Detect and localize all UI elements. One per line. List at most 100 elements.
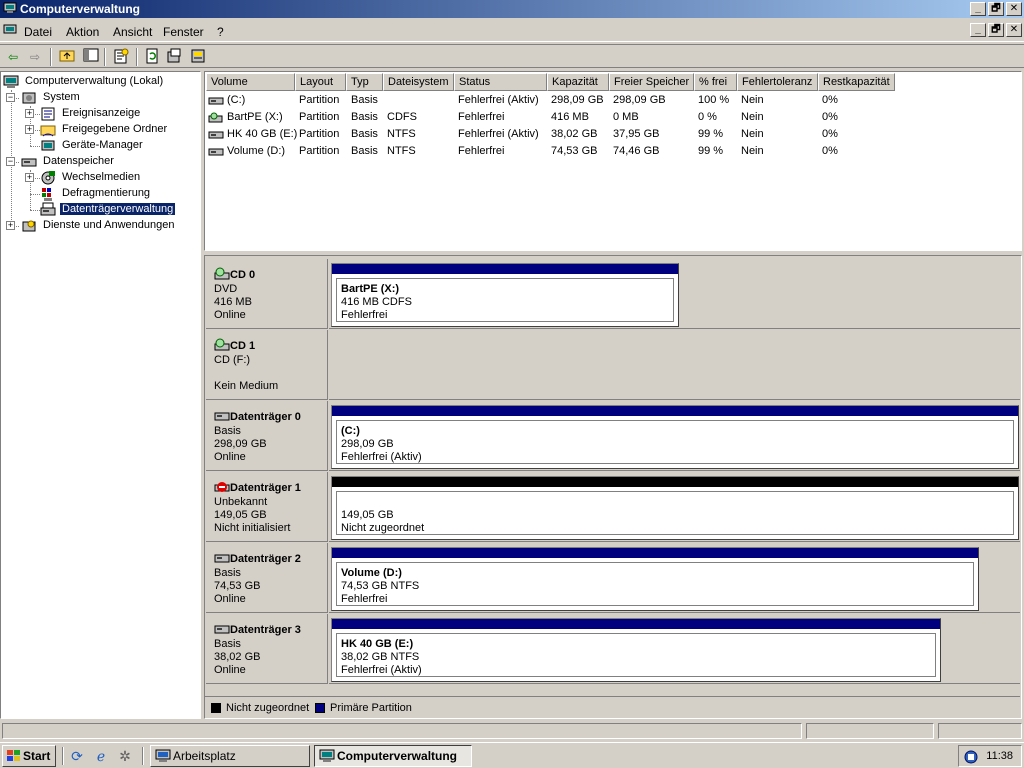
table-cell: Fehlerfrei (Aktiv) <box>458 94 539 106</box>
disk-info-panel[interactable]: Datenträger 1 Unbekannt 149,05 GB Nicht ini… <box>206 472 328 542</box>
disk-size: 74,53 GB <box>214 580 261 592</box>
computer-icon <box>3 75 19 88</box>
disk-info-panel[interactable]: CD 1 CD (F:) Kein Medium <box>206 330 328 400</box>
column-header-fehlertoleranz[interactable]: Fehlertoleranz <box>737 73 818 91</box>
restore-button[interactable]: 🗗 <box>988 2 1004 16</box>
disk-partition-area <box>329 330 1020 400</box>
close-button[interactable]: ✕ <box>1006 2 1022 16</box>
partition-status: Fehlerfrei (Aktiv) <box>341 664 422 676</box>
task-label-arbeitsplatz: Arbeitsplatz <box>173 749 236 763</box>
back-arrow-icon[interactable]: ⇦ <box>4 48 22 66</box>
legend-swatch-unallocated <box>211 703 221 713</box>
disk-name: Datenträger 2 <box>230 553 301 565</box>
settings-icon[interactable]: ✲ <box>116 747 134 765</box>
defragmenter-icon <box>42 188 52 201</box>
tree-label-datenspeicher: Datenspeicher <box>43 155 114 167</box>
disk-status: Kein Medium <box>214 380 279 392</box>
child-minimize-button[interactable]: _ <box>970 23 986 37</box>
partition-status: Fehlerfrei <box>341 593 388 605</box>
disk-row: CD 0 DVD 416 MB Online BartPE (X:) 416 MB CDF… <box>206 259 1020 329</box>
menu-aktion[interactable]: Aktion <box>66 25 99 39</box>
table-row[interactable]: (C:) Partition Basis Fehlerfrei (Aktiv) 298,… <box>205 93 1021 109</box>
partition-block[interactable]: HK 40 GB (E:) 38,02 GB NTFS Fehlerfrei (Ak… <box>331 618 941 682</box>
quicklaunch-refresh-icon[interactable]: ⟳ <box>68 747 86 765</box>
taskbar-button-arbeitsplatz[interactable]: Arbeitsplatz <box>150 745 310 767</box>
table-cell: Fehlerfrei (Aktiv) <box>458 128 539 140</box>
tree-label-wechselmedien: Wechselmedien <box>62 171 141 183</box>
disk-info-panel[interactable]: Datenträger 3 Basis 38,02 GB Online <box>206 614 328 684</box>
expand-dienste-toggle[interactable]: + <box>6 221 15 230</box>
table-cell: 37,95 GB <box>613 128 660 140</box>
disk-size: 149,05 GB <box>214 509 267 521</box>
table-cell: Nein <box>741 145 764 157</box>
mmc-icon[interactable] <box>3 24 17 36</box>
menu-fenster[interactable]: Fenster <box>163 25 204 39</box>
disk-graphical-view: CD 0 DVD 416 MB Online BartPE (X:) 416 MB CDF… <box>204 255 1022 719</box>
partition-title: Volume (D:) <box>341 567 402 579</box>
column-header-kapazitaet[interactable]: Kapazität <box>547 73 609 91</box>
menu-datei[interactable]: Datei <box>24 25 52 39</box>
partition-block[interactable]: 149,05 GB Nicht zugeordnet <box>331 476 1019 540</box>
status-panel-2 <box>806 723 934 739</box>
start-button[interactable]: Start <box>2 745 56 767</box>
collapse-system-toggle[interactable]: − <box>6 93 15 102</box>
table-cell: 298,09 GB <box>551 94 604 106</box>
volume-name-cell: Volume (D:) <box>227 145 286 157</box>
column-header-typ[interactable]: Typ <box>346 73 383 91</box>
cd-drive-icon <box>214 338 230 351</box>
taskbar-button-computerverwaltung[interactable]: Computerverwaltung <box>314 745 472 767</box>
internet-explorer-icon[interactable]: ℯ <box>92 747 110 765</box>
column-header-restkapazitaet[interactable]: Restkapazität <box>818 73 895 91</box>
tree-label-root: Computerverwaltung (Lokal) <box>25 75 164 87</box>
hard-disk-icon <box>214 625 230 634</box>
partition-block[interactable]: (C:) 298,09 GB Fehlerfrei (Aktiv) <box>331 405 1019 469</box>
system-tray: 11:38 <box>958 745 1022 767</box>
disk-info-panel[interactable]: CD 0 DVD 416 MB Online <box>206 259 328 329</box>
table-row[interactable]: HK 40 GB (E:) Partition Basis NTFS Fehlerfre… <box>205 127 1021 143</box>
column-header-freier-speicher[interactable]: Freier Speicher <box>609 73 694 91</box>
tree-label-datentraegerverwaltung: Datenträgerverwaltung <box>60 203 176 215</box>
up-folder-icon[interactable] <box>58 48 76 66</box>
column-header-volume[interactable]: Volume <box>206 73 295 91</box>
table-cell: Partition <box>299 111 340 123</box>
properties-icon[interactable] <box>112 48 130 66</box>
disk-info-panel[interactable]: Datenträger 0 Basis 298,09 GB Online <box>206 401 328 471</box>
menu-ansicht[interactable]: Ansicht <box>113 25 152 39</box>
column-header-dateisystem[interactable]: Dateisystem <box>383 73 454 91</box>
disk-name: CD 1 <box>230 340 256 352</box>
forward-arrow-icon[interactable]: ⇨ <box>26 48 44 66</box>
help-icon[interactable] <box>189 48 207 66</box>
table-cell: CDFS <box>387 111 417 123</box>
disk-info-panel[interactable]: Datenträger 2 Basis 74,53 GB Online <box>206 543 328 613</box>
disk-partition-area: (C:) 298,09 GB Fehlerfrei (Aktiv) <box>329 401 1020 471</box>
menu-help[interactable]: ? <box>217 25 224 39</box>
expand-ereignisanzeige-toggle[interactable]: + <box>25 109 34 118</box>
expand-freigegebene-toggle[interactable]: + <box>25 125 34 134</box>
export-list-icon[interactable] <box>165 48 183 66</box>
network-tray-icon[interactable] <box>963 749 979 765</box>
partition-title: BartPE (X:) <box>341 283 400 295</box>
my-computer-icon <box>155 749 171 762</box>
title-bar[interactable]: Computerverwaltung _ 🗗 ✕ <box>0 0 1024 18</box>
partition-type-bar <box>332 548 978 558</box>
disk-type: Basis <box>214 567 241 579</box>
start-label: Start <box>23 749 51 763</box>
partition-block[interactable]: BartPE (X:) 416 MB CDFS Fehlerfrei <box>331 263 679 327</box>
table-cell: 100 % <box>698 94 730 106</box>
table-row[interactable]: Volume (D:) Partition Basis NTFS Fehlerfrei 7… <box>205 144 1021 160</box>
collapse-datenspeicher-toggle[interactable]: − <box>6 157 15 166</box>
child-restore-button[interactable]: 🗗 <box>988 23 1004 37</box>
table-row[interactable]: BartPE (X:) Partition Basis CDFS Fehlerfrei 4… <box>205 110 1021 126</box>
volume-name-cell: HK 40 GB (E:) <box>227 128 298 140</box>
partition-block[interactable]: Volume (D:) 74,53 GB NTFS Fehlerfrei <box>331 547 979 611</box>
column-header-status[interactable]: Status <box>454 73 547 91</box>
column-header-layout[interactable]: Layout <box>295 73 346 91</box>
child-close-button[interactable]: ✕ <box>1006 23 1022 37</box>
show-tree-icon[interactable] <box>82 48 100 66</box>
minimize-button[interactable]: _ <box>970 2 986 16</box>
partition-title: HK 40 GB (E:) <box>341 638 414 650</box>
column-header-prozent-frei[interactable]: % frei <box>694 73 737 91</box>
partition-type-bar <box>332 619 940 629</box>
refresh-icon[interactable] <box>143 48 161 66</box>
expand-wechselmedien-toggle[interactable]: + <box>25 173 34 182</box>
